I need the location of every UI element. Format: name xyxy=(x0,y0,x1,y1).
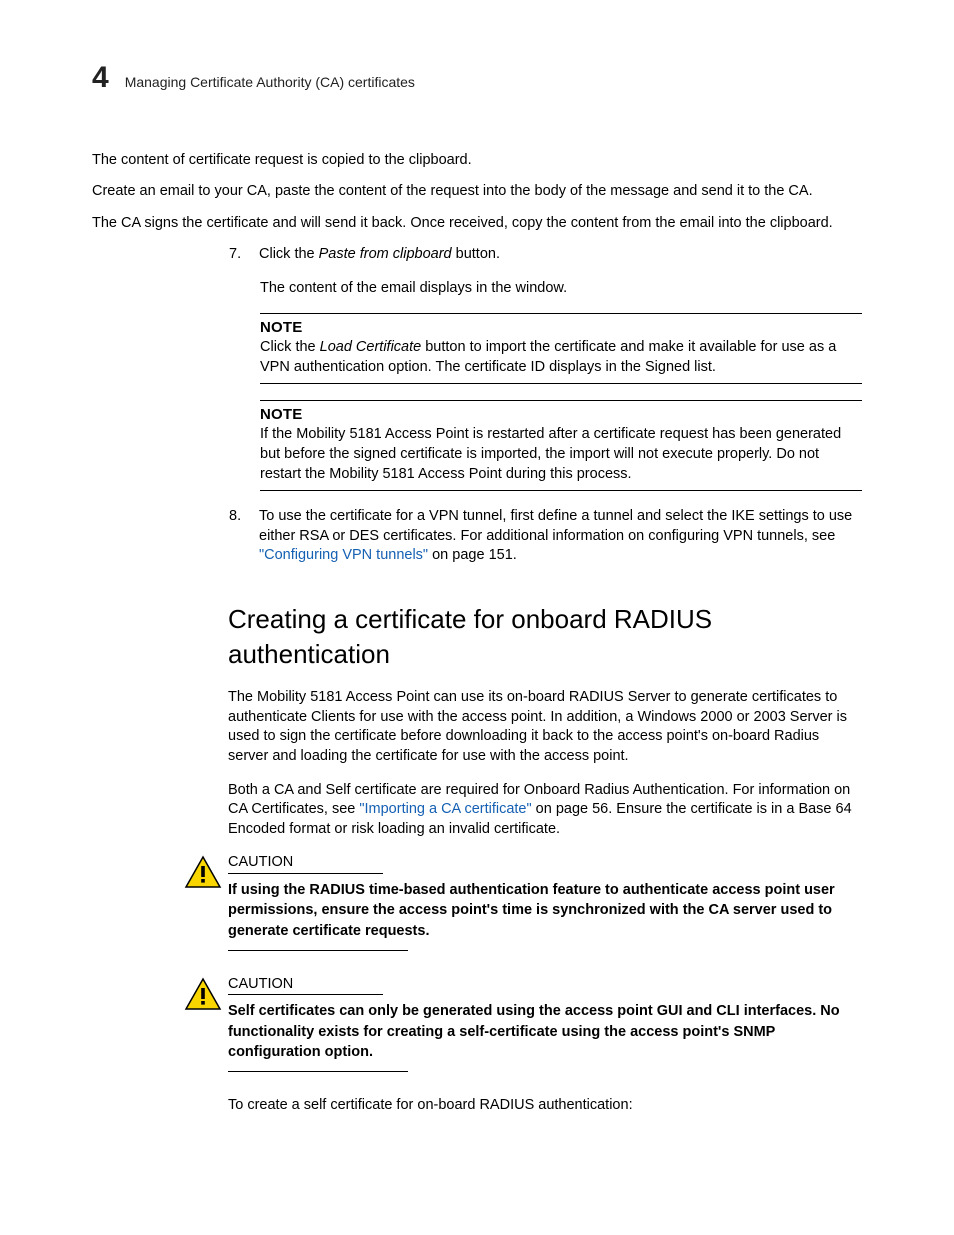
text: Click the xyxy=(259,246,319,262)
caution-text: Self certificates can only be generated … xyxy=(228,1001,862,1062)
step-sub-text: The content of the email displays in the… xyxy=(260,279,862,299)
note-label: NOTE xyxy=(260,318,862,338)
caution-label: CAUTION xyxy=(228,976,293,992)
chapter-number: 4 xyxy=(92,58,109,99)
step-number: 8. xyxy=(229,507,259,566)
warning-icon xyxy=(184,855,228,889)
page: 4 Managing Certificate Authority (CA) ce… xyxy=(0,0,954,1210)
caution-text: If using the RADIUS time-based authentic… xyxy=(228,880,862,941)
warning-icon xyxy=(184,977,228,1011)
cross-reference-link[interactable]: "Configuring VPN tunnels" xyxy=(259,547,428,563)
text: button. xyxy=(452,246,500,262)
note-text: Click the Load Certificate button to imp… xyxy=(260,338,862,377)
caution-body: CAUTION Self certificates can only be ge… xyxy=(228,975,862,1072)
note-text: If the Mobility 5181 Access Point is res… xyxy=(260,425,862,484)
body-text: Both a CA and Self certificate are requi… xyxy=(228,781,862,840)
page-header: 4 Managing Certificate Authority (CA) ce… xyxy=(92,58,862,99)
ui-label-italic: Paste from clipboard xyxy=(319,246,452,262)
text: Click the xyxy=(260,339,320,355)
chapter-title: Managing Certificate Authority (CA) cert… xyxy=(125,73,415,92)
step-8: 8. To use the certificate for a VPN tunn… xyxy=(229,507,862,566)
caution-body: CAUTION If using the RADIUS time-based a… xyxy=(228,853,862,950)
body-text: The CA signs the certificate and will se… xyxy=(92,214,862,234)
step-text: Click the Paste from clipboard button. xyxy=(259,245,862,265)
body-text: The Mobility 5181 Access Point can use i… xyxy=(228,688,862,766)
ui-label-italic: Load Certificate xyxy=(320,339,422,355)
note-label: NOTE xyxy=(260,405,862,425)
body-text: The content of certificate request is co… xyxy=(92,151,862,171)
step-number: 7. xyxy=(229,245,259,265)
note-box: NOTE If the Mobility 5181 Access Point i… xyxy=(260,400,862,491)
text: on page 151. xyxy=(428,547,517,563)
caution-label: CAUTION xyxy=(228,854,293,870)
note-box: NOTE Click the Load Certificate button t… xyxy=(260,313,862,384)
text: To use the certificate for a VPN tunnel,… xyxy=(259,508,852,544)
step-7: 7. Click the Paste from clipboard button… xyxy=(229,245,862,265)
caution-block: CAUTION Self certificates can only be ge… xyxy=(184,975,862,1072)
step-text: To use the certificate for a VPN tunnel,… xyxy=(259,507,862,566)
caution-rule xyxy=(228,1070,408,1072)
section-heading: Creating a certificate for onboard RADIU… xyxy=(228,602,862,672)
caution-rule xyxy=(228,949,408,951)
body-text: Create an email to your CA, paste the co… xyxy=(92,182,862,202)
body-text: To create a self certificate for on-boar… xyxy=(228,1096,862,1116)
cross-reference-link[interactable]: "Importing a CA certificate" xyxy=(359,801,531,817)
caution-block: CAUTION If using the RADIUS time-based a… xyxy=(184,853,862,950)
